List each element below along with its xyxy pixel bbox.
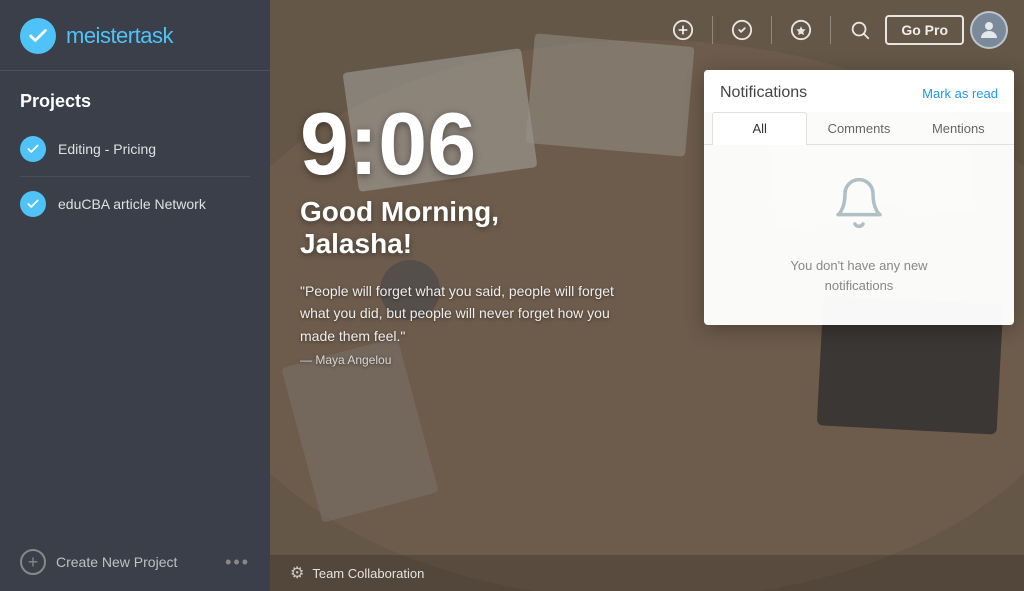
more-options-button[interactable]: ••• bbox=[225, 552, 250, 573]
project-item-editing-pricing[interactable]: Editing - Pricing bbox=[0, 126, 270, 172]
sidebar: meistertask Projects Editing - Pricing e… bbox=[0, 0, 270, 591]
logo-area: meistertask bbox=[0, 0, 270, 70]
bell-icon bbox=[831, 175, 887, 240]
project-name-educba: eduCBA article Network bbox=[58, 196, 206, 212]
tab-mentions[interactable]: Mentions bbox=[911, 112, 1006, 144]
checkmark-button[interactable] bbox=[723, 11, 761, 49]
header-divider-2 bbox=[771, 16, 772, 44]
projects-heading: Projects bbox=[0, 71, 270, 126]
bottom-bar: ⚙ Team Collaboration bbox=[270, 555, 1024, 591]
project-item-educba[interactable]: eduCBA article Network bbox=[0, 181, 270, 227]
notifications-tabs: All Comments Mentions bbox=[704, 112, 1014, 145]
project-check-icon bbox=[20, 136, 46, 162]
hero-section: 9:06 Good Morning, Jalasha! "People will… bbox=[270, 60, 704, 400]
create-project-plus-icon: + bbox=[20, 549, 46, 575]
notifications-panel: Notifications Mark as read All Comments … bbox=[704, 70, 1014, 325]
no-notifications-text: You don't have any new notifications bbox=[790, 256, 927, 295]
starred-button[interactable] bbox=[782, 11, 820, 49]
main-content: 9:06 Good Morning, Jalasha! "People will… bbox=[270, 60, 1024, 591]
project-separator bbox=[20, 176, 250, 177]
tab-all[interactable]: All bbox=[712, 112, 807, 145]
create-project-label: Create New Project bbox=[56, 554, 177, 570]
main-area: Go Pro 9:06 Good Morning, Jalasha! "Peop… bbox=[270, 0, 1024, 591]
tab-comments[interactable]: Comments bbox=[811, 112, 906, 144]
header-divider-1 bbox=[712, 16, 713, 44]
logo-text: meistertask bbox=[66, 23, 173, 49]
user-avatar[interactable] bbox=[970, 11, 1008, 49]
header-bar: Go Pro bbox=[270, 0, 1024, 60]
sidebar-footer: + Create New Project ••• bbox=[0, 533, 270, 591]
project-check-icon-2 bbox=[20, 191, 46, 217]
time-display: 9:06 bbox=[300, 100, 674, 188]
notifications-header: Notifications Mark as read bbox=[704, 70, 1014, 112]
gear-icon: ⚙ bbox=[290, 563, 304, 583]
create-project-button[interactable]: + Create New Project bbox=[20, 549, 177, 575]
team-collaboration-link[interactable]: ⚙ Team Collaboration bbox=[290, 563, 424, 583]
logo-icon bbox=[20, 18, 56, 54]
notifications-body: You don't have any new notifications bbox=[704, 145, 1014, 325]
team-collaboration-label: Team Collaboration bbox=[312, 566, 424, 581]
mark-as-read-button[interactable]: Mark as read bbox=[922, 86, 998, 101]
notifications-title: Notifications bbox=[720, 84, 807, 102]
search-button[interactable] bbox=[841, 11, 879, 49]
add-task-button[interactable] bbox=[664, 11, 702, 49]
quote-author: — Maya Angelou bbox=[300, 351, 620, 370]
project-name-editing: Editing - Pricing bbox=[58, 141, 156, 157]
greeting-text: Good Morning, Jalasha! bbox=[300, 196, 674, 260]
header-divider-3 bbox=[830, 16, 831, 44]
quote-text: "People will forget what you said, peopl… bbox=[300, 280, 620, 370]
go-pro-button[interactable]: Go Pro bbox=[885, 15, 964, 45]
